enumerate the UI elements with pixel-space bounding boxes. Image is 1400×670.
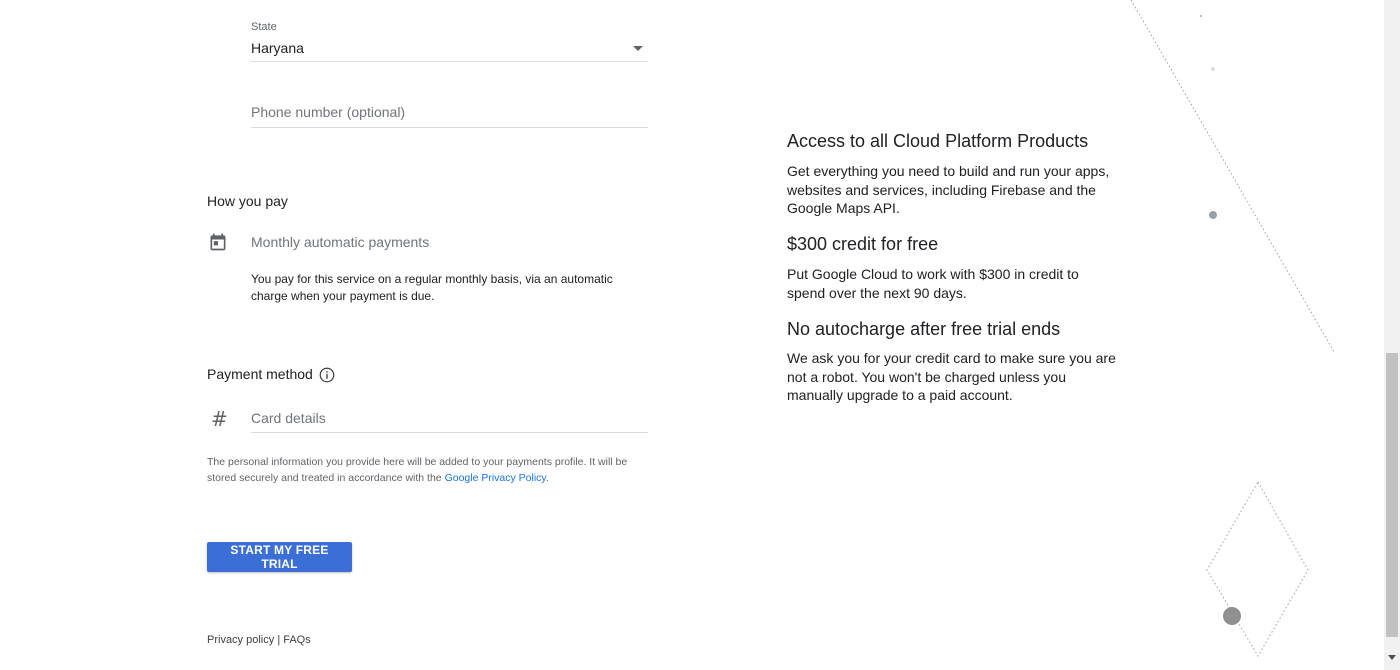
decorative-dot [1211, 67, 1215, 71]
state-value: Haryana [251, 40, 304, 56]
state-underline [251, 61, 648, 62]
phone-underline [251, 127, 648, 128]
decorative-dot [1199, 14, 1203, 18]
how-you-pay-heading: How you pay [207, 193, 288, 209]
footer-links: Privacy policy | FAQs [207, 634, 311, 646]
decorative-illustration [1130, 0, 1335, 657]
decorative-dot [1209, 211, 1217, 219]
disclaimer-suffix: . [545, 472, 549, 484]
payment-description-line2: charge when your payment is due. [251, 289, 435, 303]
state-label: State [251, 21, 277, 33]
promo-title-autocharge: No autocharge after free trial ends [787, 319, 1061, 339]
disclaimer-line1: The personal information you provide her… [207, 456, 628, 468]
card-details-placeholder: Card details [251, 410, 326, 426]
disclaimer-line2: stored securely and treated in accordanc… [207, 470, 657, 486]
scrollbar-thumb[interactable] [1386, 353, 1398, 637]
info-icon[interactable] [318, 366, 336, 384]
payment-description-line1: You pay for this service on a regular mo… [251, 272, 613, 286]
decorative-diamond [1206, 480, 1309, 657]
faqs-link[interactable]: FAQs [283, 634, 311, 646]
promo-title-access: Access to all Cloud Platform Products [787, 131, 1089, 151]
disclaimer-prefix: stored securely and treated in accordanc… [207, 472, 445, 484]
card-underline [251, 432, 648, 433]
promo-body-credit: Put Google Cloud to work with $300 in cr… [787, 266, 1079, 301]
scroll-down-arrow-icon[interactable] [1388, 655, 1396, 660]
promo-body-autocharge: We ask you for your credit card to make … [787, 350, 1116, 403]
payment-description: You pay for this service on a regular mo… [251, 271, 651, 305]
vertical-scrollbar[interactable] [1384, 0, 1400, 670]
monthly-payments-option: Monthly automatic payments [251, 234, 430, 250]
dropdown-arrow-icon [633, 46, 643, 51]
calendar-icon [208, 232, 228, 252]
state-select[interactable]: Haryana [251, 38, 648, 63]
start-free-trial-button[interactable]: START MY FREE TRIAL [207, 542, 352, 572]
card-details-input[interactable]: Card details [251, 410, 648, 432]
hash-icon: # [211, 407, 228, 431]
decorative-diagonal-line [1130, 0, 1335, 353]
promo-title-credit: $300 credit for free [787, 234, 939, 254]
phone-placeholder: Phone number (optional) [251, 104, 406, 120]
google-privacy-policy-link[interactable]: Google Privacy Policy [445, 472, 546, 484]
payment-method-heading: Payment method [207, 366, 313, 382]
decorative-dot [1223, 607, 1241, 625]
phone-input[interactable]: Phone number (optional) [251, 104, 648, 126]
promo-body-access: Get everything you need to build and run… [787, 163, 1110, 216]
privacy-disclaimer: The personal information you provide her… [207, 454, 657, 486]
privacy-policy-link[interactable]: Privacy policy [207, 634, 274, 646]
footer-separator: | [277, 634, 281, 646]
